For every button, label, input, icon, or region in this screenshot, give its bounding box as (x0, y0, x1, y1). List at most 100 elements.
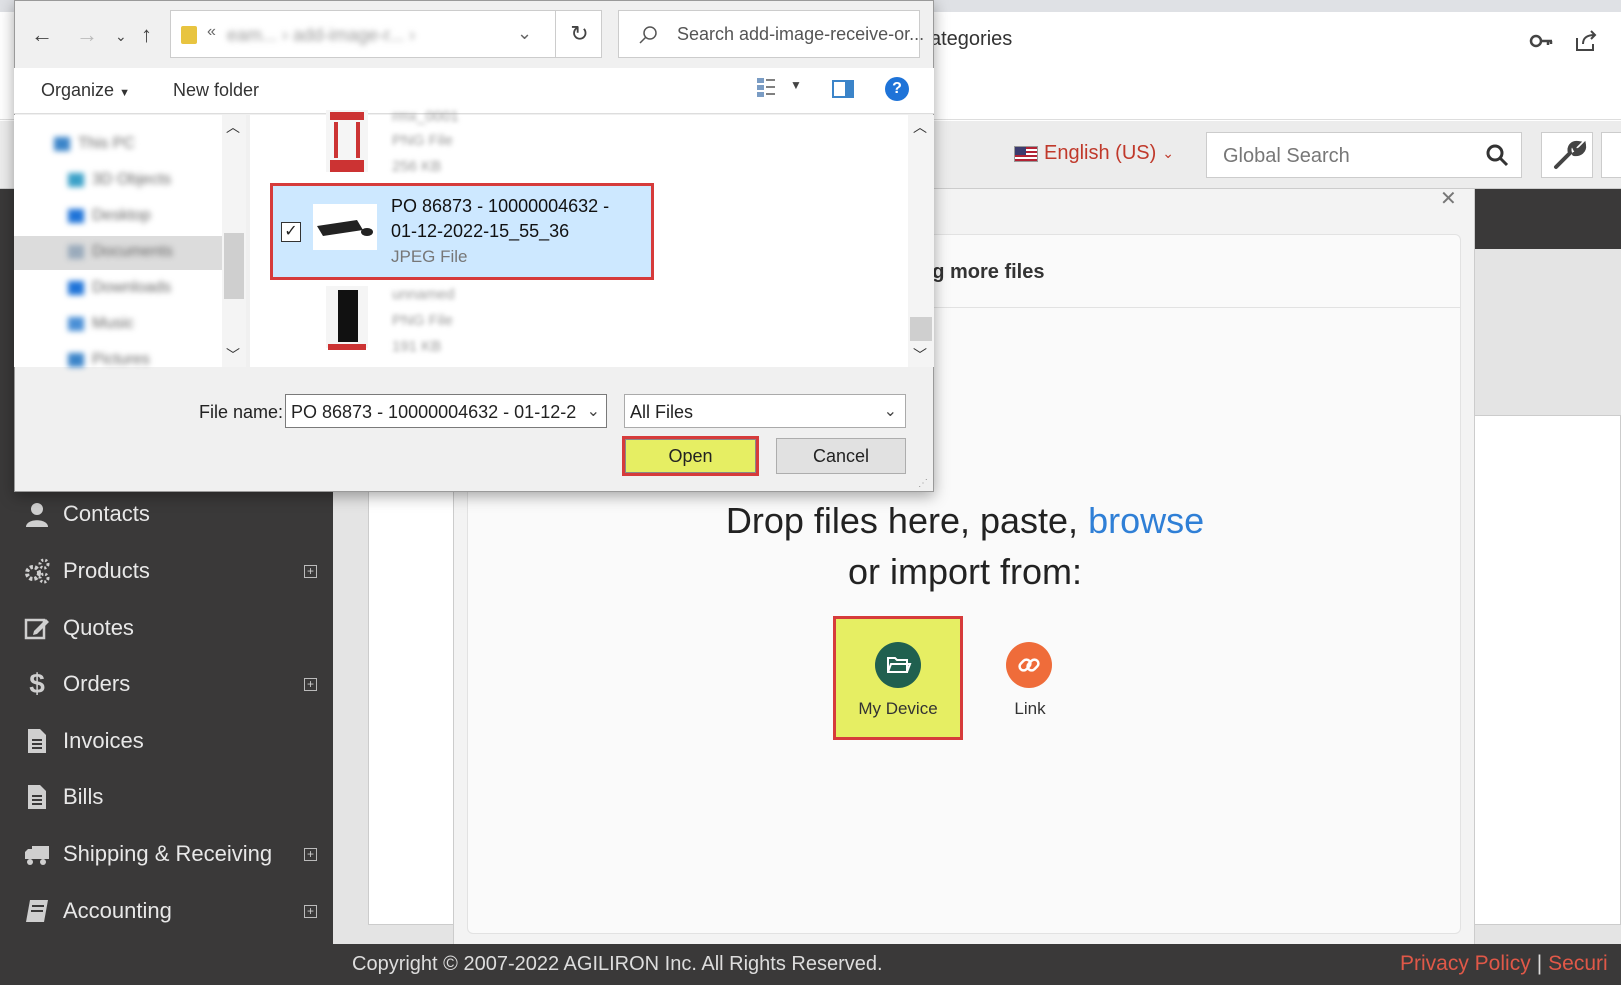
view-dropdown-icon[interactable]: ▼ (790, 78, 802, 92)
dialog-search-placeholder: Search add-image-receive-or... (677, 24, 925, 44)
scroll-up-icon[interactable]: ︿ (226, 117, 240, 137)
search-icon[interactable] (1485, 143, 1509, 167)
sidebar-item-label: Contacts (63, 501, 150, 526)
footer-separator: | (1536, 952, 1543, 975)
dollar-icon: $ (29, 668, 45, 699)
tree-item-this-pc[interactable]: This PC (54, 135, 135, 153)
header-extra-button[interactable] (1601, 132, 1621, 178)
language-label: English (US) (1044, 142, 1157, 164)
key-icon[interactable] (1528, 28, 1554, 54)
dialog-search-input[interactable]: Search add-image-receive-or... (618, 10, 924, 58)
search-icon (639, 26, 657, 44)
scroll-thumb[interactable] (910, 317, 932, 341)
preview-pane-icon[interactable] (832, 80, 854, 98)
selected-file-type: JPEG File (391, 247, 468, 266)
file-name-field[interactable]: PO 86873 - 10000004632 - 01-12-2 ⌄ (285, 394, 607, 428)
expand-icon[interactable]: + (304, 904, 317, 918)
sidebar-item-products[interactable]: Products + (0, 546, 333, 596)
gears-icon (25, 558, 50, 584)
user-icon (26, 503, 48, 527)
tools-button[interactable] (1541, 132, 1593, 178)
sidebar-item-orders[interactable]: $ Orders + (0, 659, 333, 709)
sidebar-item-label: Products (63, 558, 150, 583)
sidebar-item-label: Invoices (63, 728, 144, 753)
open-button[interactable]: Open (622, 436, 759, 476)
scroll-down-icon[interactable]: ﹀ (226, 345, 240, 365)
selected-file-item[interactable]: ✓ PO 86873 - 10000004632 - 01-12-2022-15… (270, 183, 654, 280)
breadcrumb-path: eam... › add-image-r... › (227, 25, 416, 45)
drop-text: Drop files here, paste, (725, 500, 1089, 541)
scroll-thumb[interactable] (224, 233, 244, 299)
sidebar-item-accounting[interactable]: Accounting + (0, 886, 333, 936)
close-icon[interactable]: ✕ (1440, 186, 1457, 211)
recent-locations-chevron-icon[interactable]: ⌄ (115, 28, 127, 45)
sidebar-item-contacts[interactable]: Contacts (0, 489, 333, 539)
file-thumbnail (326, 110, 368, 172)
file-list-scrollbar[interactable]: ︿ ﹀ (908, 115, 934, 367)
my-device-button[interactable]: My Device (833, 616, 963, 740)
breadcrumb-overflow-icon[interactable]: « (207, 23, 216, 41)
footer-links: Privacy Policy | Securi (1400, 952, 1608, 976)
file-type-select[interactable]: All Files ⌄ (624, 394, 906, 428)
path-breadcrumb[interactable]: « eam... › add-image-r... › ⌄ (170, 10, 602, 58)
security-link[interactable]: Securi (1548, 952, 1608, 975)
chevron-down-icon[interactable]: ⌄ (587, 401, 600, 421)
global-search-input[interactable]: Global Search (1206, 132, 1522, 178)
content-dark-band (1470, 189, 1621, 249)
sidebar-item-label: Orders (63, 671, 131, 696)
organize-menu[interactable]: Organize ▼ (41, 80, 130, 101)
folder-icon (181, 26, 197, 44)
us-flag-icon (1014, 145, 1038, 162)
file-checkbox[interactable]: ✓ (281, 222, 301, 242)
sidebar-item-bills[interactable]: Bills (0, 772, 333, 822)
tree-item-pictures[interactable]: Pictures (68, 351, 150, 369)
back-arrow-icon[interactable]: ← (31, 22, 53, 48)
expand-icon[interactable]: + (304, 847, 317, 861)
document-icon (28, 729, 46, 753)
tree-item-downloads[interactable]: Downloads (68, 279, 171, 297)
browse-link[interactable]: browse (1088, 500, 1204, 541)
tree-scrollbar[interactable]: ︿ ﹀ (222, 115, 246, 367)
expand-icon[interactable]: + (304, 677, 317, 691)
file-name-blurred: rmx_0001 (392, 108, 459, 125)
file-type-value: All Files (630, 402, 694, 422)
tree-item-desktop[interactable]: Desktop (68, 207, 151, 225)
link-source-button[interactable]: Link (980, 619, 1080, 737)
sidebar-item-label: Bills (63, 784, 104, 809)
selected-file-name: PO 86873 - 10000004632 - 01-12-2022-15_5… (391, 196, 610, 241)
sidebar-item-shipping[interactable]: Shipping & Receiving + (0, 829, 333, 879)
link-icon (1006, 642, 1052, 688)
source-label: My Device (858, 699, 938, 718)
address-bar-text[interactable]: ategories (930, 28, 1012, 51)
sidebar-item-quotes[interactable]: Quotes (0, 603, 333, 653)
change-view-icon[interactable] (755, 76, 777, 98)
tree-item-3d-objects[interactable]: 3D Objects (68, 171, 171, 189)
forward-arrow-icon[interactable]: → (76, 22, 98, 48)
global-search-placeholder: Global Search (1223, 145, 1350, 167)
resize-grip-icon[interactable]: ⋰ (918, 478, 928, 489)
expand-icon[interactable]: + (304, 564, 317, 578)
drop-instructions: Drop files here, paste, browse (700, 500, 1230, 542)
file-type-blurred: PNG File (392, 132, 453, 149)
cancel-button[interactable]: Cancel (776, 438, 906, 474)
chevron-down-icon: ⌄ (1162, 145, 1174, 161)
tree-item-documents[interactable]: Documents (68, 243, 173, 261)
add-more-files-label[interactable]: ng more files (920, 261, 1044, 284)
edit-icon (24, 618, 49, 640)
tree-item-music[interactable]: Music (68, 315, 134, 333)
language-selector[interactable]: English (US) ⌄ (1014, 142, 1174, 165)
organize-label: Organize (41, 80, 115, 100)
scroll-up-icon[interactable]: ︿ (913, 117, 927, 137)
share-icon[interactable] (1573, 28, 1599, 54)
chevron-down-icon[interactable]: ⌄ (884, 401, 897, 421)
sidebar-item-invoices[interactable]: Invoices (0, 716, 333, 766)
refresh-icon[interactable]: ↻ (555, 10, 603, 58)
privacy-policy-link[interactable]: Privacy Policy (1400, 952, 1531, 975)
sidebar-item-label: Accounting (63, 898, 172, 923)
file-type-blurred: PNG File (392, 312, 453, 329)
help-icon[interactable]: ? (885, 77, 909, 101)
scroll-down-icon[interactable]: ﹀ (913, 345, 927, 365)
up-arrow-icon[interactable]: ↑ (141, 22, 152, 48)
chevron-down-icon[interactable]: ⌄ (517, 23, 532, 44)
new-folder-button[interactable]: New folder (173, 80, 259, 101)
